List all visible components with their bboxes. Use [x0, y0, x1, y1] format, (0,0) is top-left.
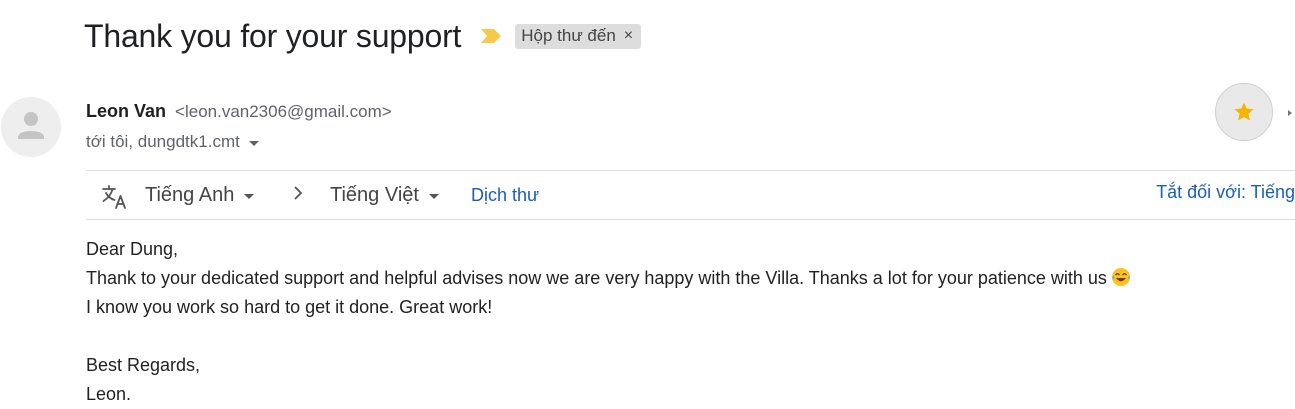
subject-row: Thank you for your support Hộp thư đến × [84, 14, 642, 58]
divider [86, 219, 1295, 220]
email-subject: Thank you for your support [84, 17, 462, 54]
chevron-right-icon [293, 185, 303, 201]
translate-bar: Tiếng Anh Tiếng Việt Dịch thư Tắt đối vớ… [86, 171, 1295, 219]
closing-line: Best Regards, [86, 355, 201, 375]
chevron-down-icon [428, 194, 439, 199]
body-line-text: Thank to your dedicated support and help… [86, 268, 1107, 288]
recipients-details-icon[interactable] [248, 140, 259, 146]
signature-line: Leon. [86, 384, 132, 404]
more-actions-icon[interactable] [1288, 110, 1292, 116]
greeting-line: Dear Dung, [86, 239, 179, 259]
sender-line: Leon Van <leon.van2306@gmail.com> [86, 101, 392, 122]
target-language-label: Tiếng Việt [330, 184, 419, 206]
remove-label-icon[interactable]: × [624, 27, 633, 45]
inbox-label-chip[interactable]: Hộp thư đến × [515, 23, 642, 49]
tears-of-joy-emoji-icon [1111, 267, 1131, 287]
sender-email: <leon.van2306@gmail.com> [175, 102, 392, 121]
body-line: Thank to your dedicated support and help… [86, 264, 1131, 293]
turn-off-translation-link[interactable]: Tắt đối với: Tiếng [1156, 182, 1295, 203]
chevron-down-icon [244, 194, 255, 199]
person-icon [18, 112, 44, 139]
translate-message-link[interactable]: Dịch thư [471, 185, 539, 206]
source-language-dropdown[interactable]: Tiếng Anh [145, 184, 255, 207]
sender-name[interactable]: Leon Van [86, 101, 166, 121]
body-line: I know you work so hard to get it done. … [86, 297, 493, 317]
recipients-text: tới tôi, dungdtk1.cmt [86, 132, 240, 151]
sender-avatar [1, 97, 61, 157]
importance-marker-icon[interactable] [479, 27, 503, 45]
star-icon [1234, 102, 1254, 121]
target-language-dropdown[interactable]: Tiếng Việt [330, 184, 439, 207]
recipients-line[interactable]: tới tôi, dungdtk1.cmt [86, 132, 259, 152]
translate-icon [101, 183, 129, 211]
inbox-label-text: Hộp thư đến [521, 26, 616, 45]
message-body: Dear Dung, Thank to your dedicated suppo… [86, 235, 1131, 409]
star-button[interactable] [1215, 83, 1273, 141]
source-language-label: Tiếng Anh [145, 184, 235, 206]
